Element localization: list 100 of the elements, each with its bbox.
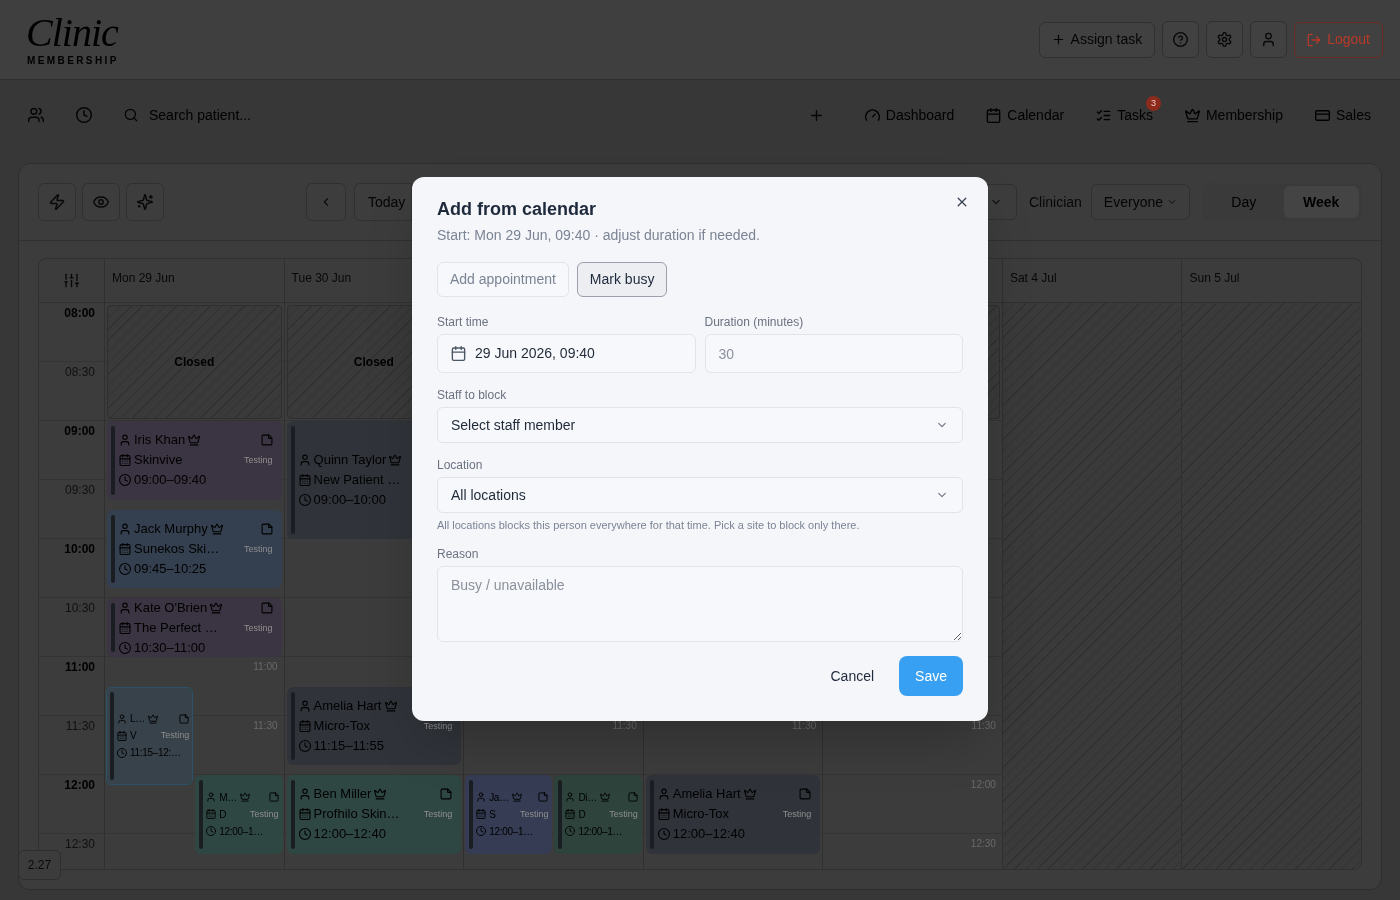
accent-stripe	[111, 603, 115, 652]
gauge-icon	[864, 107, 880, 123]
date-time-field[interactable]: 29 Jun 2026, 09:40	[437, 334, 696, 373]
view-tab[interactable]: Week	[1283, 186, 1359, 218]
field-label: Duration (minutes)	[704, 314, 805, 330]
credit-card-icon	[1314, 107, 1330, 123]
dropdown-select[interactable]: Select staff member	[437, 407, 963, 443]
patient-name: Iris Khan	[134, 431, 186, 450]
time-label: 09:00	[64, 423, 95, 439]
person-icon	[119, 522, 131, 535]
crown-icon	[1184, 107, 1200, 123]
person-icon	[117, 713, 127, 724]
person-icon	[206, 792, 217, 803]
patient-name: Ja…	[489, 790, 509, 805]
clock-icon	[119, 562, 131, 575]
appointment-card[interactable]: L… V Testing 11:15–12:…	[106, 686, 194, 785]
person-icon	[119, 434, 131, 447]
treatment-name: S	[489, 807, 496, 822]
clock-icon	[119, 641, 131, 654]
patient-name: Amelia Hart	[313, 696, 382, 715]
appointment-card[interactable]: Iris Khan Skinvive Testing 09:00–09:40	[107, 421, 282, 500]
treatment-name: D	[219, 807, 227, 822]
close-icon	[955, 195, 969, 209]
treatment-name: Profhilo Skin…	[313, 805, 400, 824]
chevron-down-icon	[1167, 197, 1177, 207]
dropdown-select[interactable]: All locations	[437, 477, 963, 513]
appointment-card[interactable]: Ben Miller Profhilo Skin… Testing 12:00–12:40	[286, 775, 462, 854]
quick-actions-button[interactable]	[38, 183, 76, 221]
help-icon	[1173, 32, 1189, 47]
patient-name: L…	[130, 712, 145, 727]
time-range: 12:00–12:40	[672, 825, 746, 844]
treatment-name: The Perfect …	[134, 618, 218, 637]
time-range: 09:00–09:40	[134, 471, 207, 490]
dialog-title: Add from calendar	[437, 198, 598, 221]
calendar-icon	[565, 809, 576, 820]
time-label: 11:00	[64, 659, 95, 675]
calendar-icon	[117, 730, 127, 741]
users-icon	[28, 107, 44, 123]
save-button[interactable]: Save	[899, 656, 963, 696]
treatment-name: Micro-Tox	[313, 716, 370, 735]
bolt-icon	[49, 194, 65, 210]
time-range: 10:30–11:00	[134, 638, 206, 657]
calendar-icon	[298, 719, 311, 732]
calendar-icon	[119, 542, 131, 555]
calendar-filter-button[interactable]	[62, 271, 81, 290]
calendar-icon	[986, 107, 1002, 123]
time-range: 09:45–10:25	[134, 559, 207, 578]
patient-name: Di…	[578, 790, 597, 805]
dropdown-select[interactable]: Everyone	[1090, 184, 1190, 220]
help-button[interactable]	[1162, 21, 1200, 58]
time-label: 12:00	[64, 777, 95, 793]
previous-button[interactable]	[306, 183, 346, 221]
settings-button[interactable]	[1206, 21, 1244, 58]
dialog-subtitle: Start: Mon 29 Jun, 09:40 · adjust duration if needed.	[437, 226, 761, 245]
plus-icon	[809, 107, 825, 123]
appointment-card[interactable]: Di… D Testing 12:00–1…	[554, 775, 642, 854]
clock-icon	[298, 828, 311, 841]
logout-button[interactable]: Logout	[1294, 21, 1383, 58]
eye-icon	[93, 194, 109, 210]
text-area[interactable]: Busy / unavailable	[437, 566, 963, 642]
sparkles-button[interactable]	[126, 183, 164, 221]
appointment-card[interactable]: Ja… S Testing 12:00–1…	[465, 775, 553, 854]
treatment-name: V	[130, 729, 137, 744]
appointment-card[interactable]: M… D Testing 12:00–1…	[195, 775, 283, 854]
checklist-icon	[1096, 107, 1112, 123]
account-button[interactable]	[1250, 21, 1288, 58]
count-badge: 3	[1145, 96, 1161, 111]
calendar-icon	[298, 474, 311, 486]
appointment-card[interactable]: Amelia Hart Micro-Tox Testing 12:00–12:40	[645, 775, 821, 854]
calendar-icon	[119, 621, 131, 634]
field-label: Staff to block	[437, 387, 508, 403]
cancel-button[interactable]: Cancel	[815, 656, 890, 696]
time-range: 12:00–1…	[219, 824, 264, 839]
field-label: Start time	[437, 314, 490, 330]
calendar-icon	[451, 346, 466, 361]
view-tab[interactable]: Day	[1206, 186, 1282, 218]
person-icon	[476, 792, 487, 803]
closed-label: Closed	[174, 354, 215, 371]
sparkles-icon	[137, 194, 153, 210]
search-icon	[124, 108, 138, 122]
appointment-card[interactable]: Jack Murphy Sunekos Ski… Testing 09:45–10:25	[107, 509, 282, 589]
clock-icon	[657, 828, 670, 841]
visibility-button[interactable]	[82, 183, 120, 221]
sliders-icon	[64, 273, 79, 288]
person-icon	[657, 788, 670, 801]
tag-label: Testing	[243, 542, 273, 556]
calendar-icon	[476, 809, 487, 820]
number-field[interactable]: 30	[704, 334, 963, 373]
appointment-card[interactable]: Kate O'Brien The Perfect … Testing 10:30–11:00	[107, 598, 282, 657]
tag-label: Testing	[422, 719, 453, 733]
mode-toggle-button[interactable]: Add appointment	[437, 262, 569, 297]
today-button[interactable]: Today	[354, 183, 412, 221]
accent-stripe	[111, 514, 115, 584]
clock-icon	[565, 826, 576, 837]
patient-name: Amelia Hart	[672, 785, 741, 804]
mode-toggle-button[interactable]: Mark busy	[576, 262, 668, 297]
accent-stripe	[649, 780, 654, 849]
treatment-name: D	[578, 807, 586, 822]
accent-stripe	[111, 426, 115, 495]
assign-task-button[interactable]: Assign task	[1038, 21, 1156, 58]
